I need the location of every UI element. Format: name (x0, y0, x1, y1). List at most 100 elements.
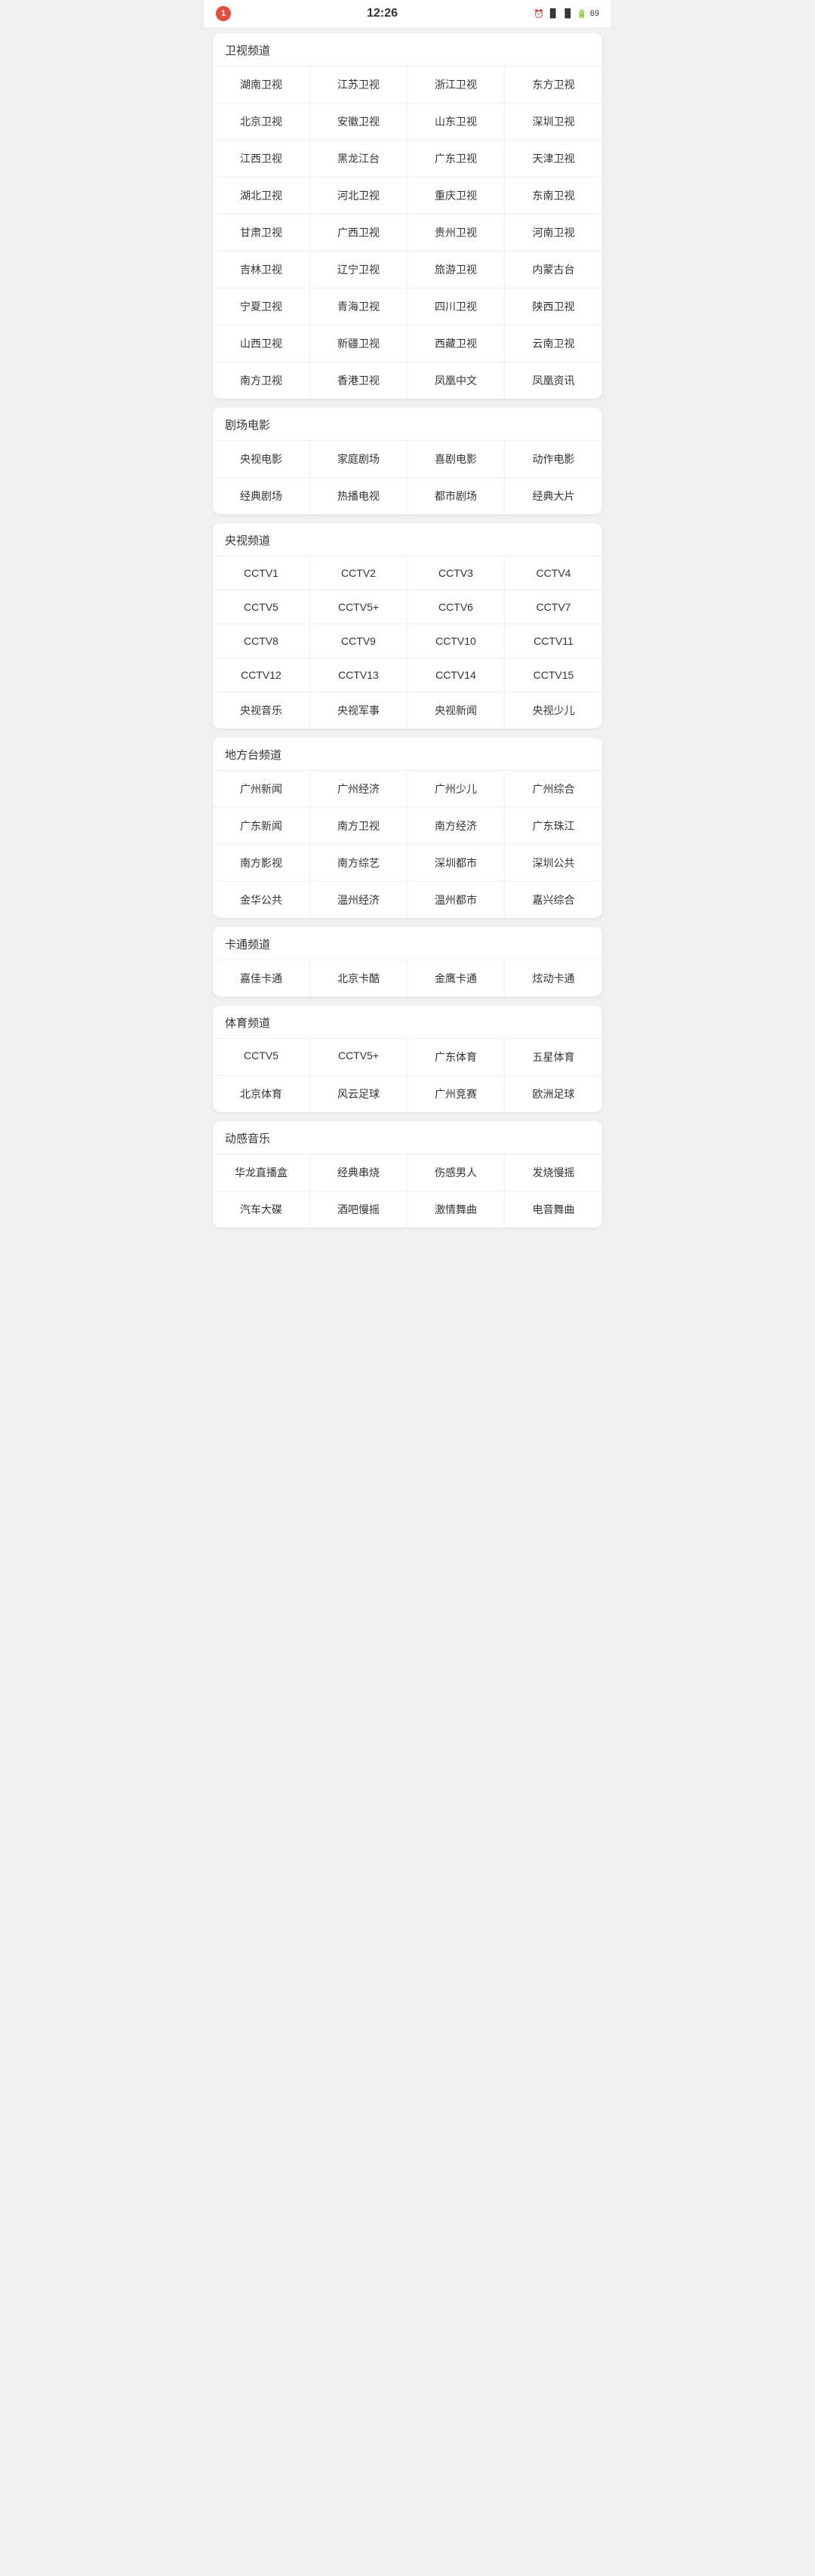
grid-item[interactable]: 山东卫视 (408, 103, 505, 140)
grid-item[interactable]: 炫动卡通 (505, 960, 602, 997)
grid-item[interactable]: 河北卫视 (310, 177, 408, 214)
grid-item[interactable]: 南方影视 (213, 845, 310, 882)
grid-item[interactable]: 金鹰卡通 (408, 960, 505, 997)
grid-item[interactable]: 云南卫视 (505, 325, 602, 362)
grid-item[interactable]: 经典剧场 (213, 478, 310, 514)
grid-item[interactable]: 温州经济 (310, 882, 408, 918)
grid-item[interactable]: CCTV8 (213, 624, 310, 658)
grid-item[interactable]: 央视少儿 (505, 692, 602, 729)
grid-item[interactable]: 南方经济 (408, 808, 505, 845)
grid-item[interactable]: 动作电影 (505, 441, 602, 478)
grid-item[interactable]: CCTV9 (310, 624, 408, 658)
grid-item[interactable]: 广东体育 (408, 1039, 505, 1076)
grid-item[interactable]: CCTV10 (408, 624, 505, 658)
grid-item[interactable]: 风云足球 (310, 1076, 408, 1112)
grid-item[interactable]: 金华公共 (213, 882, 310, 918)
grid-item[interactable]: 广东卫视 (408, 140, 505, 177)
grid-item[interactable]: 青海卫视 (310, 288, 408, 325)
grid-item[interactable]: CCTV13 (310, 658, 408, 692)
grid-item[interactable]: 宁夏卫视 (213, 288, 310, 325)
grid-item[interactable]: 东方卫视 (505, 66, 602, 103)
grid-item[interactable]: 嘉佳卡通 (213, 960, 310, 997)
grid-item[interactable]: CCTV15 (505, 658, 602, 692)
grid-item[interactable]: 都市剧场 (408, 478, 505, 514)
grid-item[interactable]: 华龙直播盒 (213, 1154, 310, 1191)
grid-item[interactable]: 北京卫视 (213, 103, 310, 140)
grid-item[interactable]: 广州经济 (310, 771, 408, 808)
grid-item[interactable]: 激情舞曲 (408, 1191, 505, 1228)
grid-item[interactable]: 北京体育 (213, 1076, 310, 1112)
grid-item[interactable]: 北京卡酷 (310, 960, 408, 997)
grid-item[interactable]: CCTV3 (408, 556, 505, 590)
grid-item[interactable]: 央视音乐 (213, 692, 310, 729)
grid-item[interactable]: 深圳卫视 (505, 103, 602, 140)
grid-item[interactable]: 深圳都市 (408, 845, 505, 882)
grid-item[interactable]: 新疆卫视 (310, 325, 408, 362)
grid-item[interactable]: 黑龙江台 (310, 140, 408, 177)
grid-item[interactable]: 广东新闻 (213, 808, 310, 845)
grid-item[interactable]: 南方卫视 (310, 808, 408, 845)
grid-item[interactable]: CCTV5 (213, 590, 310, 624)
grid-item[interactable]: 江西卫视 (213, 140, 310, 177)
grid-item[interactable]: 湖南卫视 (213, 66, 310, 103)
grid-item[interactable]: 安徽卫视 (310, 103, 408, 140)
grid-item[interactable]: 广东珠江 (505, 808, 602, 845)
grid-item[interactable]: 经典大片 (505, 478, 602, 514)
grid-item[interactable]: 深圳公共 (505, 845, 602, 882)
grid-item[interactable]: 广州少儿 (408, 771, 505, 808)
grid-item[interactable]: 河南卫视 (505, 214, 602, 251)
grid-item[interactable]: 家庭剧场 (310, 441, 408, 478)
grid-item[interactable]: 辽宁卫视 (310, 251, 408, 288)
grid-item[interactable]: 浙江卫视 (408, 66, 505, 103)
grid-item[interactable]: 电音舞曲 (505, 1191, 602, 1228)
grid-item[interactable]: 四川卫视 (408, 288, 505, 325)
grid-item[interactable]: CCTV5 (213, 1039, 310, 1076)
grid-item[interactable]: 伤感男人 (408, 1154, 505, 1191)
grid-item[interactable]: 央视新闻 (408, 692, 505, 729)
grid-item[interactable]: 广州竞赛 (408, 1076, 505, 1112)
grid-item[interactable]: 广州新闻 (213, 771, 310, 808)
grid-item[interactable]: 汽车大碟 (213, 1191, 310, 1228)
grid-item[interactable]: 热播电视 (310, 478, 408, 514)
grid-item[interactable]: CCTV6 (408, 590, 505, 624)
grid-item[interactable]: 五星体育 (505, 1039, 602, 1076)
grid-item[interactable]: 山西卫视 (213, 325, 310, 362)
grid-item[interactable]: 喜剧电影 (408, 441, 505, 478)
grid-item[interactable]: 欧洲足球 (505, 1076, 602, 1112)
grid-item[interactable]: 南方综艺 (310, 845, 408, 882)
grid-item[interactable]: 南方卫视 (213, 362, 310, 399)
grid-item[interactable]: CCTV11 (505, 624, 602, 658)
grid-item[interactable]: 广西卫视 (310, 214, 408, 251)
grid-item[interactable]: 旅游卫视 (408, 251, 505, 288)
grid-item[interactable]: 凤凰资讯 (505, 362, 602, 399)
grid-item[interactable]: 凤凰中文 (408, 362, 505, 399)
grid-item[interactable]: CCTV4 (505, 556, 602, 590)
grid-item[interactable]: CCTV1 (213, 556, 310, 590)
grid-item[interactable]: 西藏卫视 (408, 325, 505, 362)
grid-item[interactable]: 贵州卫视 (408, 214, 505, 251)
grid-item[interactable]: 吉林卫视 (213, 251, 310, 288)
grid-item[interactable]: 陕西卫视 (505, 288, 602, 325)
grid-item[interactable]: 酒吧慢摇 (310, 1191, 408, 1228)
grid-item[interactable]: 央视军事 (310, 692, 408, 729)
grid-item[interactable]: CCTV5+ (310, 1039, 408, 1076)
grid-item[interactable]: 东南卫视 (505, 177, 602, 214)
grid-item[interactable]: 嘉兴综合 (505, 882, 602, 918)
grid-item[interactable]: 发烧慢摇 (505, 1154, 602, 1191)
grid-item[interactable]: 重庆卫视 (408, 177, 505, 214)
grid-item[interactable]: CCTV12 (213, 658, 310, 692)
grid-item[interactable]: 江苏卫视 (310, 66, 408, 103)
grid-item[interactable]: 经典串烧 (310, 1154, 408, 1191)
grid-item[interactable]: 湖北卫视 (213, 177, 310, 214)
grid-item[interactable]: CCTV5+ (310, 590, 408, 624)
grid-item[interactable]: CCTV7 (505, 590, 602, 624)
grid-item[interactable]: 香港卫视 (310, 362, 408, 399)
grid-item[interactable]: 央视电影 (213, 441, 310, 478)
grid-item[interactable]: 广州综合 (505, 771, 602, 808)
grid-item[interactable]: 温州都市 (408, 882, 505, 918)
grid-item[interactable]: CCTV14 (408, 658, 505, 692)
grid-item[interactable]: 天津卫视 (505, 140, 602, 177)
grid-item[interactable]: 内蒙古台 (505, 251, 602, 288)
grid-item[interactable]: 甘肃卫视 (213, 214, 310, 251)
grid-item[interactable]: CCTV2 (310, 556, 408, 590)
